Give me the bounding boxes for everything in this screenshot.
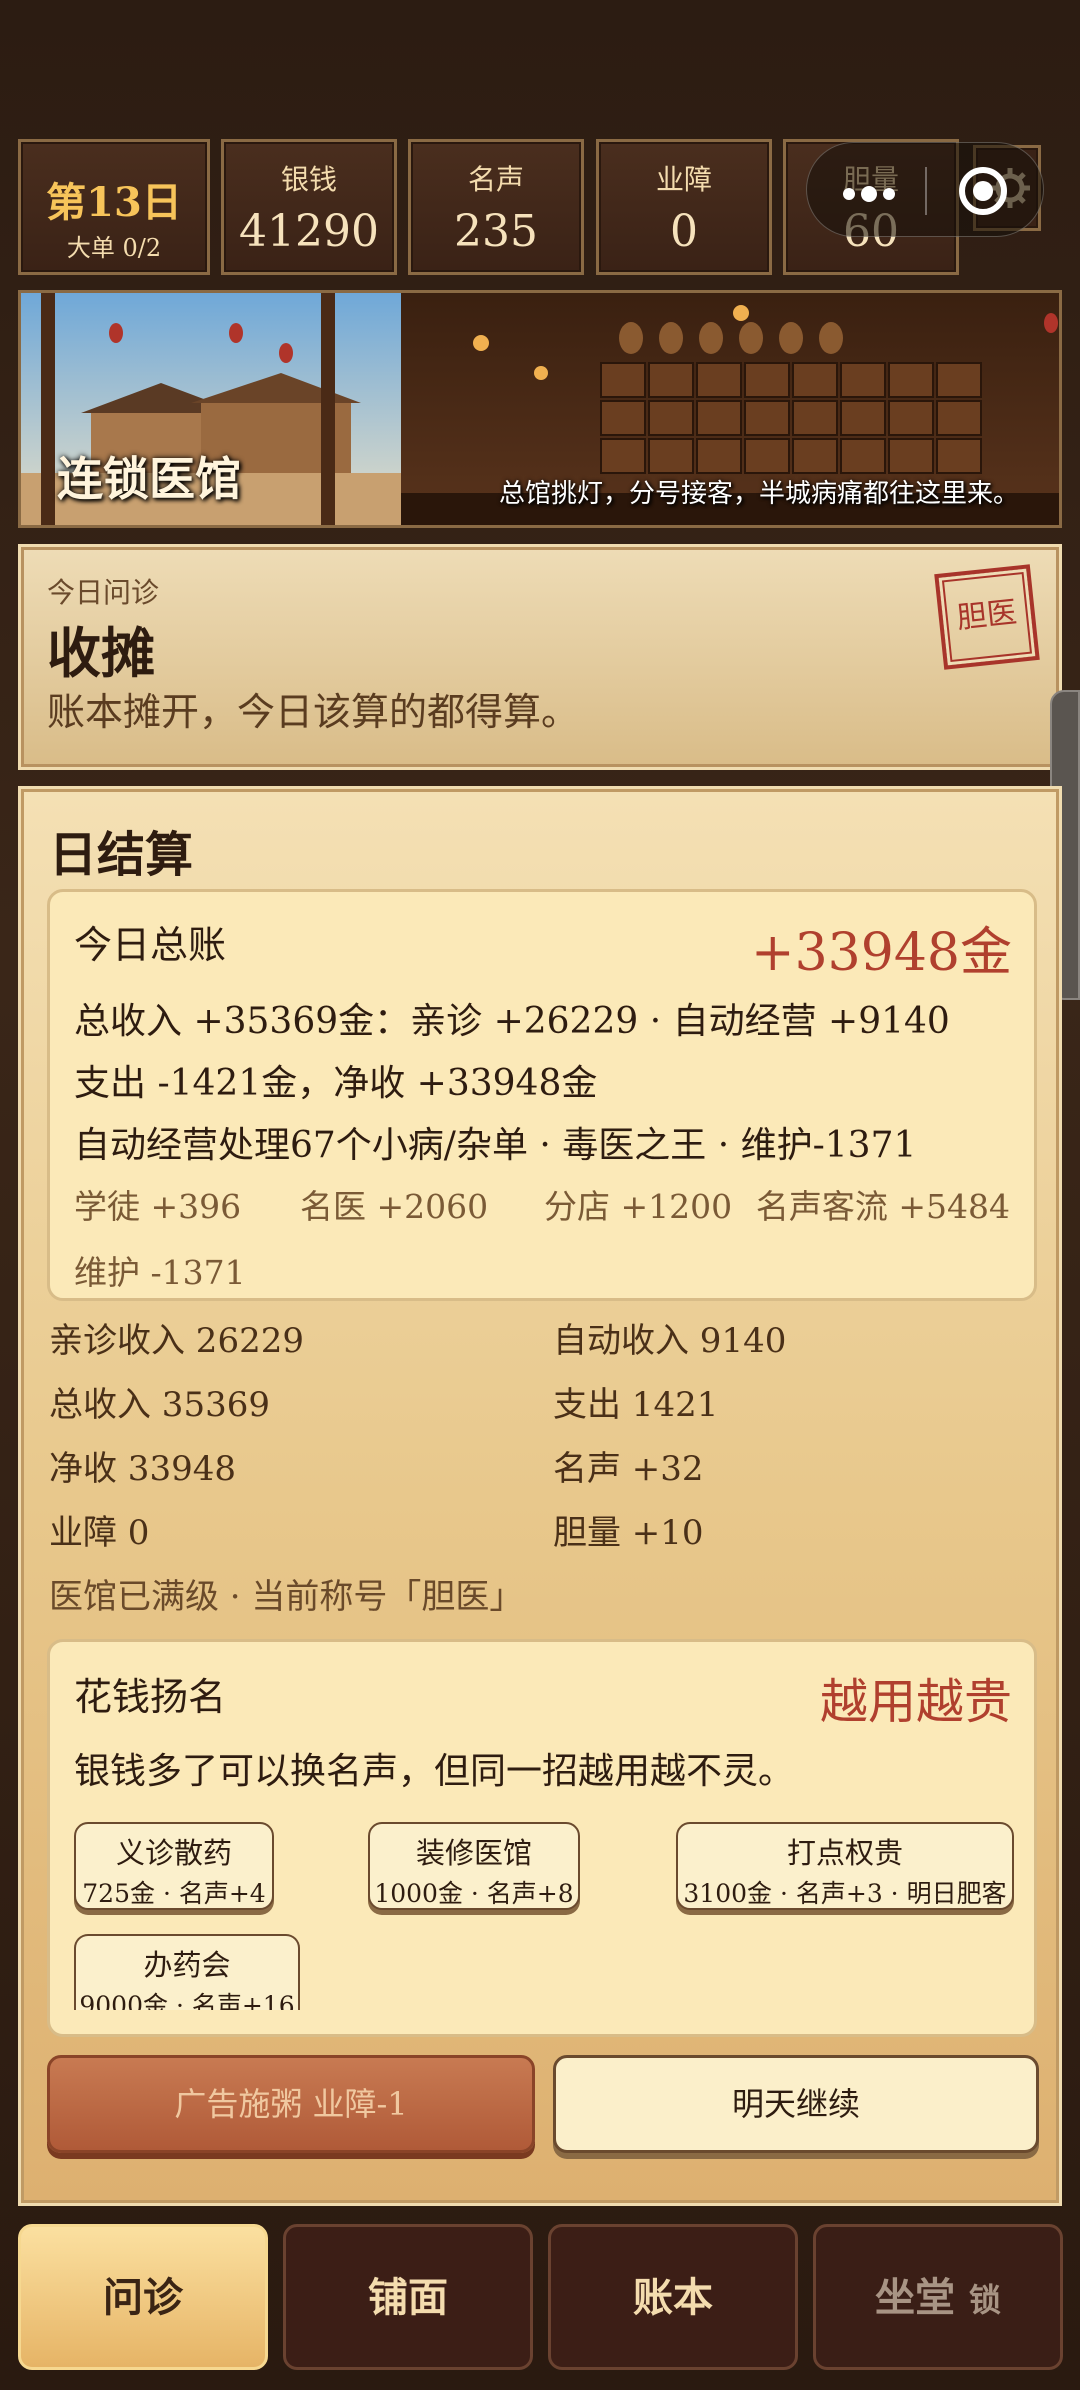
- option-cost: 3100金 · 名声+3 · 明日肥客: [683, 1879, 1007, 1908]
- day-counter: 第13日 大单 0/2: [18, 139, 210, 275]
- option-free-clinic-button[interactable]: 义诊散药 725金 · 名声+4: [74, 1822, 274, 1910]
- fame-card-description: 银钱多了可以换名声，但同一招越用越不灵。: [74, 1751, 795, 1792]
- settlement-heading: 日结算: [49, 827, 194, 883]
- day-label: 第13日: [46, 179, 182, 226]
- option-name: 装修医馆: [415, 1836, 532, 1870]
- ledger-chip-maintenance: 维护 -1371: [74, 1253, 246, 1292]
- option-cost: 725金 · 名声+4: [82, 1879, 266, 1908]
- karma-value: 0: [670, 206, 698, 257]
- option-name: 打点权贵: [786, 1836, 903, 1870]
- daily-settlement-panel: 日结算 今日总账 +33948金 总收入 +35369金：亲诊 +26229 ·…: [18, 786, 1062, 2206]
- clinic-banner: 连锁医馆 总馆挑灯，分号接客，半城病痛都往这里来。: [18, 290, 1062, 528]
- tab-hall-label: 坐堂: [875, 2274, 956, 2321]
- fame-card-title: 花钱扬名: [74, 1675, 227, 1719]
- tab-hall[interactable]: 坐堂 锁: [813, 2224, 1063, 2370]
- option-name: 办药会: [143, 1948, 231, 1982]
- capsule-divider: [925, 167, 927, 215]
- metric-karma: 业障 0: [49, 1513, 150, 1553]
- option-medicine-fair-button[interactable]: 办药会 9000金 · 名声+16: [74, 1934, 300, 2010]
- fame-label: 名声: [467, 163, 524, 196]
- ledger-chip-branch: 分店 +1200: [544, 1187, 733, 1226]
- mini-program-capsule: [806, 142, 1044, 237]
- option-cost: 1000金 · 名声+8: [374, 1879, 574, 1908]
- big-orders-progress: 大单 0/2: [66, 234, 162, 262]
- metric-net: 净收 33948: [49, 1449, 236, 1489]
- banner-title: 连锁医馆: [57, 452, 241, 506]
- lock-label: 锁: [968, 2281, 1001, 2319]
- karma-label: 业障: [655, 163, 712, 196]
- metric-expense: 支出 1421: [553, 1385, 719, 1425]
- metric-auto-income: 自动收入 9140: [553, 1321, 787, 1361]
- ledger-chip-apprentice: 学徒 +396: [74, 1187, 242, 1226]
- fame-stat: 名声 235: [408, 139, 584, 275]
- more-dots-icon[interactable]: [843, 185, 901, 204]
- inquiry-title: 收摊: [47, 621, 155, 685]
- clinic-level-note: 医馆已满级 · 当前称号「胆医」: [49, 1577, 524, 1617]
- record-icon[interactable]: [959, 167, 1007, 215]
- option-bribe-nobles-button[interactable]: 打点权贵 3100金 · 名声+3 · 明日肥客: [676, 1822, 1014, 1910]
- spend-for-fame-card: 花钱扬名 越用越贵 银钱多了可以换名声，但同一招越用越不灵。 义诊散药 725金…: [47, 1639, 1037, 2037]
- ledger-net-amount: +33948金: [751, 923, 1012, 983]
- ledger-income-line: 总收入 +35369金：亲诊 +26229 · 自动经营 +9140: [74, 1001, 950, 1042]
- ledger-chip-famous-doctor: 名医 +2060: [300, 1187, 489, 1226]
- fame-value: 235: [454, 206, 538, 257]
- inquiry-label: 今日问诊: [47, 576, 160, 609]
- ledger-auto-line: 自动经营处理67个小病/杂单 · 毒医之王 · 维护-1371: [74, 1125, 917, 1166]
- ledger-title: 今日总账: [74, 923, 227, 967]
- tab-ledger[interactable]: 账本: [548, 2224, 798, 2370]
- silver-value: 41290: [239, 206, 379, 257]
- option-cost: 9000金 · 名声+16: [79, 1991, 295, 2010]
- today-inquiry-panel: 今日问诊 收摊 账本摊开，今日该算的都得算。 胆医: [18, 544, 1062, 770]
- silver-label: 银钱: [280, 163, 337, 196]
- ledger-net-line: 支出 -1421金，净收 +33948金: [74, 1063, 598, 1104]
- daily-ledger-card: 今日总账 +33948金 总收入 +35369金：亲诊 +26229 · 自动经…: [47, 889, 1037, 1301]
- metric-total-income: 总收入 35369: [49, 1385, 270, 1425]
- inquiry-description: 账本摊开，今日该算的都得算。: [47, 690, 580, 734]
- ad-porridge-button[interactable]: 广告施粥 业障-1: [47, 2055, 535, 2153]
- tab-inquiry[interactable]: 问诊: [18, 2224, 268, 2370]
- fame-card-tag: 越用越贵: [819, 1674, 1012, 1730]
- option-name: 义诊散药: [115, 1836, 232, 1870]
- option-renovate-button[interactable]: 装修医馆 1000金 · 名声+8: [368, 1822, 580, 1910]
- metric-fame: 名声 +32: [553, 1449, 704, 1489]
- title-stamp: 胆医: [934, 564, 1040, 670]
- ledger-chip-fame-traffic: 名声客流 +5484: [755, 1187, 1010, 1226]
- karma-stat: 业障 0: [596, 139, 772, 275]
- silver-stat: 银钱 41290: [221, 139, 397, 275]
- metric-personal-income: 亲诊收入 26229: [49, 1321, 304, 1361]
- metric-courage: 胆量 +10: [553, 1513, 704, 1553]
- continue-tomorrow-button[interactable]: 明天继续: [553, 2055, 1039, 2153]
- banner-subtitle: 总馆挑灯，分号接客，半城病痛都往这里来。: [498, 479, 1019, 509]
- tab-shop[interactable]: 铺面: [283, 2224, 533, 2370]
